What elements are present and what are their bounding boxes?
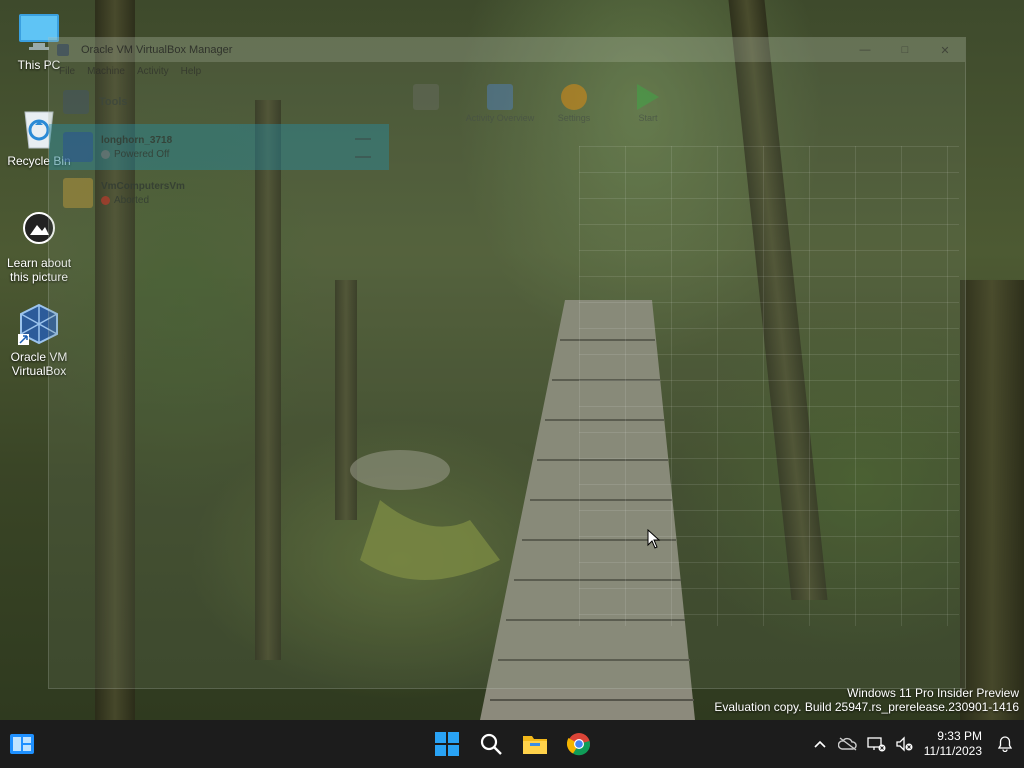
minimize-button[interactable]: — bbox=[845, 44, 885, 57]
virtualbox-manager-window[interactable]: Oracle VM VirtualBox Manager — □ ✕ File … bbox=[48, 37, 966, 689]
toolbar-label: Activity Overview bbox=[465, 113, 535, 123]
watermark-line2: Evaluation copy. Build 25947.rs_prerelea… bbox=[714, 700, 1019, 714]
widgets-icon bbox=[10, 734, 34, 754]
vm-state: Powered Off bbox=[114, 148, 170, 160]
toolbar-label: Start bbox=[638, 113, 658, 123]
virtualbox-icon bbox=[57, 44, 69, 56]
chrome-button[interactable] bbox=[563, 728, 595, 760]
watermark-line1: Windows 11 Pro Insider Preview bbox=[847, 686, 1019, 700]
vm-menu-icon[interactable] bbox=[355, 138, 371, 158]
file-explorer-button[interactable] bbox=[519, 728, 551, 760]
evaluation-watermark: Windows 11 Pro Insider Preview Evaluatio… bbox=[714, 686, 1019, 714]
window-titlebar[interactable]: Oracle VM VirtualBox Manager — □ ✕ bbox=[49, 38, 965, 62]
toolbar-preview[interactable] bbox=[389, 80, 463, 113]
taskbar: 9:33 PM 11/11/2023 bbox=[0, 720, 1024, 768]
bell-icon bbox=[998, 736, 1012, 752]
gear-icon bbox=[561, 84, 587, 110]
windows-xp-vm-icon bbox=[63, 132, 93, 162]
clock-date: 11/11/2023 bbox=[923, 744, 982, 758]
notifications-button[interactable] bbox=[990, 720, 1020, 768]
vm-name: VmComputersVm bbox=[101, 180, 185, 192]
maximize-button[interactable]: □ bbox=[885, 44, 925, 57]
powered-off-icon bbox=[101, 149, 110, 159]
toolbar-activity-overview[interactable]: Activity Overview bbox=[463, 80, 537, 123]
toolbar-settings[interactable]: Settings bbox=[537, 80, 611, 123]
network-button[interactable] bbox=[862, 720, 890, 768]
toolbar-start[interactable]: Start bbox=[611, 80, 685, 123]
menu-file[interactable]: File bbox=[59, 66, 75, 77]
folder-icon bbox=[523, 736, 547, 754]
chevron-up-icon bbox=[814, 740, 826, 748]
onedrive-button[interactable] bbox=[834, 720, 862, 768]
tools-icon bbox=[63, 90, 89, 114]
machine-list-pane: Tools longhorn_3718 Powered Off VmComput… bbox=[49, 80, 389, 688]
details-panel bbox=[579, 146, 959, 626]
search-button[interactable] bbox=[475, 728, 507, 760]
clock-time: 9:33 PM bbox=[937, 729, 982, 743]
network-disconnected-icon bbox=[867, 737, 886, 752]
menu-activity[interactable]: Activity bbox=[137, 66, 169, 77]
widgets-button[interactable] bbox=[6, 728, 38, 760]
tools-item[interactable]: Tools bbox=[49, 80, 389, 124]
menu-bar: File Machine Activity Help bbox=[49, 62, 965, 80]
volume-button[interactable] bbox=[890, 720, 918, 768]
chrome-icon bbox=[567, 733, 591, 756]
activity-overview-icon bbox=[487, 84, 513, 110]
aborted-icon bbox=[101, 195, 110, 205]
vm-os-icon bbox=[63, 178, 93, 208]
start-arrow-icon bbox=[637, 84, 659, 110]
system-tray: 9:33 PM 11/11/2023 bbox=[806, 720, 1024, 768]
vm-item-vmcomputersvm[interactable]: VmComputersVm Aborted bbox=[49, 170, 389, 216]
vm-name: longhorn_3718 bbox=[101, 134, 173, 146]
vm-item-longhorn[interactable]: longhorn_3718 Powered Off bbox=[49, 124, 389, 170]
toolbar-label: Settings bbox=[557, 113, 591, 123]
clock-button[interactable]: 9:33 PM 11/11/2023 bbox=[924, 729, 982, 759]
window-title: Oracle VM VirtualBox Manager bbox=[81, 44, 233, 56]
speaker-muted-icon bbox=[896, 736, 913, 752]
mouse-cursor-icon bbox=[647, 529, 661, 549]
show-hidden-icons-button[interactable] bbox=[806, 720, 834, 768]
start-button[interactable] bbox=[431, 728, 463, 760]
onedrive-offline-icon bbox=[837, 737, 857, 751]
menu-machine[interactable]: Machine bbox=[87, 66, 125, 77]
machine-toolbar: Activity Overview Settings Start bbox=[389, 80, 685, 130]
preview-icon bbox=[413, 84, 439, 110]
search-icon bbox=[480, 733, 502, 755]
menu-help[interactable]: Help bbox=[181, 66, 202, 77]
vm-state: Aborted bbox=[114, 194, 150, 206]
windows-logo-icon bbox=[435, 732, 459, 756]
close-button[interactable]: ✕ bbox=[925, 44, 965, 57]
tools-label: Tools bbox=[99, 96, 128, 108]
